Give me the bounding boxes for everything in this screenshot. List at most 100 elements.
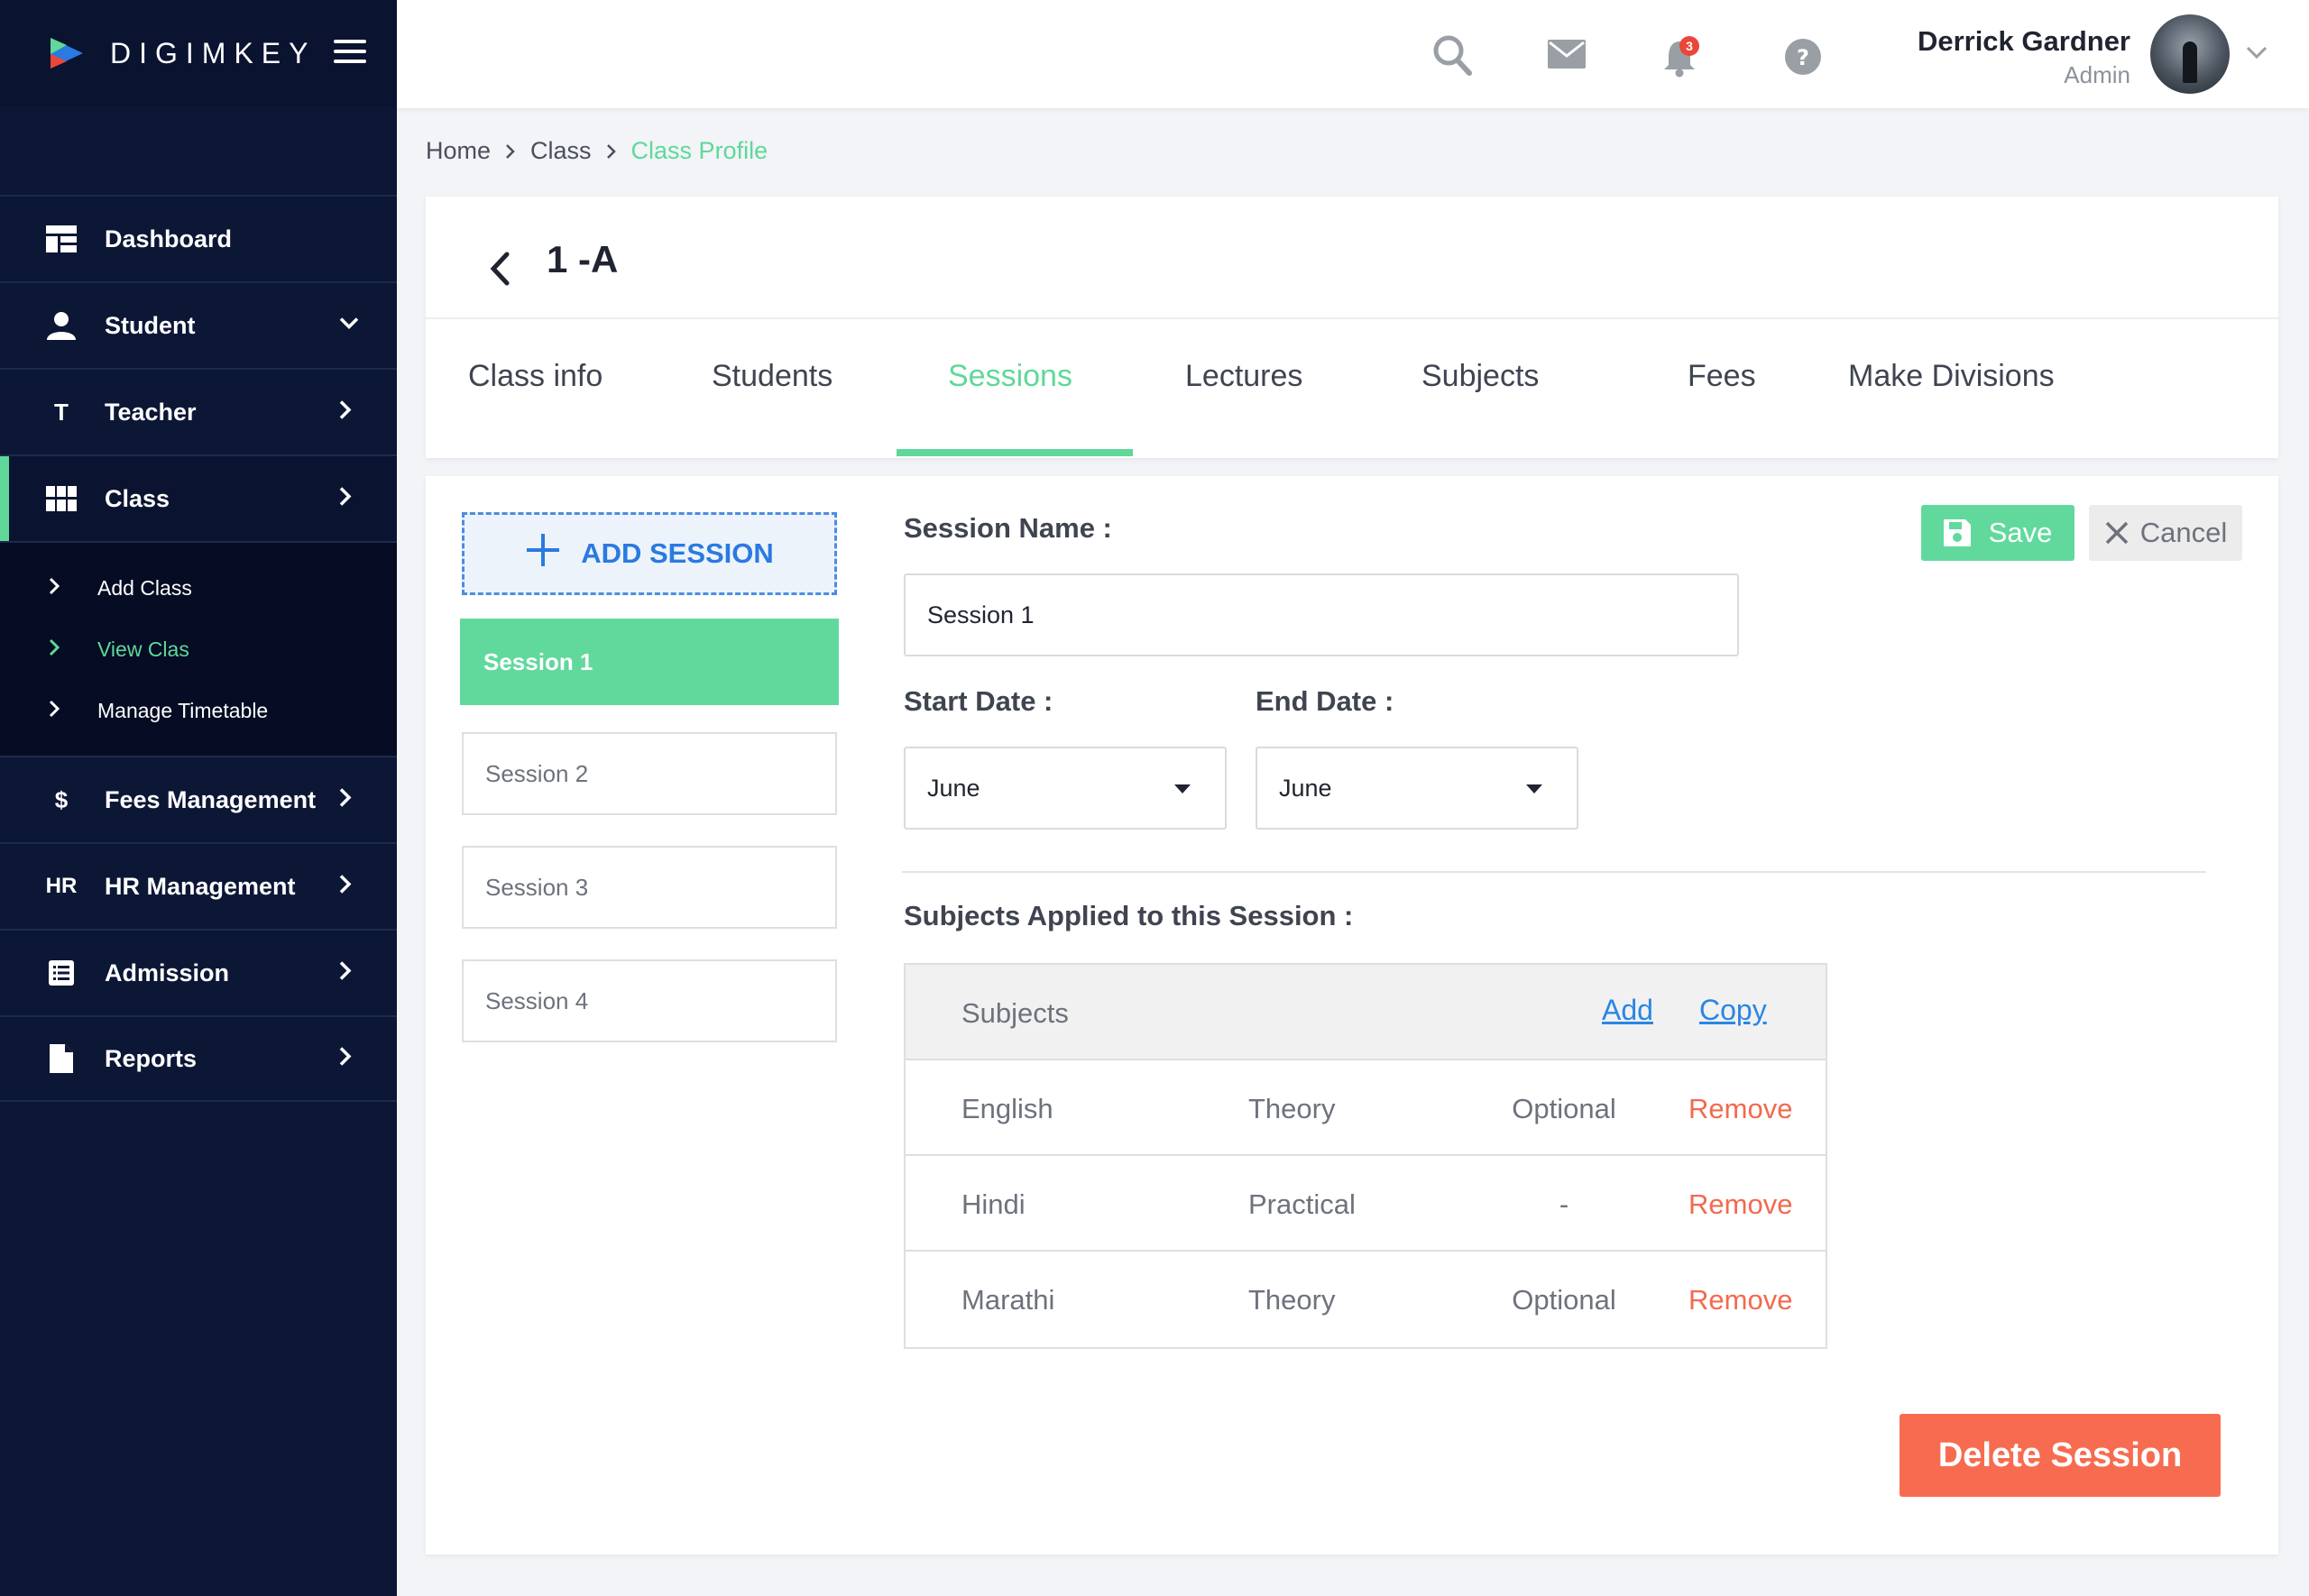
table-row: Hindi Practical - Remove (906, 1156, 1826, 1252)
end-date-select[interactable]: June (1256, 747, 1578, 830)
session-item-label: Session 1 (483, 647, 593, 675)
subject-type: Practical (1248, 1188, 1356, 1220)
sidebar-item-label: Class (105, 484, 170, 512)
start-date-select[interactable]: June (904, 747, 1227, 830)
sidebar: DIGIMKEY Dashboard Student T Teacher Cla… (0, 0, 397, 1596)
sidebar-item-label: HR Management (105, 872, 296, 900)
sidebar-item-hr-management[interactable]: HR HR Management (0, 842, 397, 929)
table-header: Subjects Add Copy (906, 965, 1826, 1060)
tab-sessions[interactable]: Sessions (948, 359, 1072, 394)
cancel-button[interactable]: Cancel (2089, 505, 2242, 561)
save-button[interactable]: Save (1921, 505, 2074, 561)
topbar: 3 ? Derrick Gardner Admin (397, 0, 2309, 108)
subject-type: Theory (1248, 1284, 1336, 1316)
help-icon[interactable]: ? (1784, 38, 1822, 80)
session-item-4[interactable]: Session 4 (462, 959, 837, 1042)
breadcrumb-current: Class Profile (630, 137, 768, 164)
tab-students[interactable]: Students (712, 359, 833, 394)
user-icon (45, 309, 78, 342)
svg-text:?: ? (1797, 45, 1809, 70)
file-icon (45, 1042, 78, 1075)
sidebar-item-fees-management[interactable]: $ Fees Management (0, 756, 397, 842)
chevron-down-icon[interactable] (2246, 45, 2268, 64)
avatar[interactable] (2150, 14, 2230, 94)
session-name-value: Session 1 (927, 601, 1035, 628)
grid-icon (45, 482, 78, 515)
remove-subject-link[interactable]: Remove (1688, 1284, 1792, 1316)
dashboard-icon (45, 223, 78, 255)
sidebar-item-label: Student (105, 311, 196, 339)
sidebar-item-label: Admission (105, 959, 230, 986)
subject-name: Hindi (961, 1188, 1026, 1220)
remove-subject-link[interactable]: Remove (1688, 1188, 1792, 1221)
sidebar-item-reports[interactable]: Reports (0, 1015, 397, 1102)
tab-class-info[interactable]: Class info (468, 359, 603, 394)
subject-status: Optional (1512, 1093, 1616, 1124)
chevron-right-icon (606, 142, 617, 161)
class-header-card: 1 -A Class info Students Sessions Lectur… (426, 197, 2278, 458)
breadcrumb-class[interactable]: Class (530, 137, 592, 165)
chevron-right-icon (49, 576, 60, 601)
end-date-label: End Date : (1256, 685, 1394, 717)
session-item-2[interactable]: Session 2 (462, 732, 837, 815)
logo-icon (47, 36, 87, 70)
back-arrow-icon[interactable] (482, 242, 518, 296)
tab-subjects[interactable]: Subjects (1421, 359, 1539, 394)
add-subject-link[interactable]: Add (1602, 994, 1653, 1027)
divider (902, 871, 2206, 873)
logo-text: DIGIMKEY (110, 36, 317, 69)
submenu-item-manage-timetable[interactable]: Manage Timetable (0, 680, 397, 741)
mail-icon[interactable] (1548, 40, 1586, 73)
divider (426, 317, 2278, 319)
user-role: Admin (2064, 61, 2130, 88)
session-item-1[interactable]: Session 1 (460, 619, 839, 705)
caret-down-icon (1174, 784, 1191, 793)
save-label: Save (1988, 517, 2053, 548)
sidebar-item-student[interactable]: Student (0, 281, 397, 368)
sidebar-item-admission[interactable]: Admission (0, 929, 397, 1015)
dollar-icon: $ (54, 785, 69, 813)
chevron-down-icon (339, 317, 359, 335)
search-icon[interactable] (1432, 34, 1472, 80)
submenu-item-view-class[interactable]: View Clas (0, 619, 397, 680)
chevron-right-icon (339, 400, 352, 425)
sidebar-item-label: Dashboard (105, 225, 233, 252)
sidebar-item-teacher[interactable]: T Teacher (0, 368, 397, 454)
chevron-right-icon (339, 1047, 352, 1071)
sidebar-item-label: Teacher (105, 398, 197, 426)
plus-icon (525, 532, 561, 575)
sidebar-menu: Dashboard Student T Teacher Class Add Cl… (0, 195, 397, 1102)
subjects-section-label: Subjects Applied to this Session : (904, 900, 1354, 931)
notification-badge: 3 (1679, 36, 1699, 56)
sidebar-item-dashboard[interactable]: Dashboard (0, 195, 397, 281)
delete-session-label: Delete Session (1937, 1435, 2183, 1474)
chevron-right-icon (339, 788, 352, 812)
sidebar-item-label: Fees Management (105, 785, 317, 813)
start-date-value: June (927, 774, 980, 802)
session-name-input[interactable]: Session 1 (904, 573, 1739, 656)
breadcrumb-home[interactable]: Home (426, 137, 491, 165)
end-date-value: June (1279, 774, 1332, 802)
tab-lectures[interactable]: Lectures (1185, 359, 1302, 394)
chevron-right-icon (505, 142, 516, 161)
subject-type: Theory (1248, 1093, 1336, 1124)
page-title: 1 -A (547, 238, 619, 280)
hamburger-menu-icon[interactable] (334, 40, 366, 63)
session-name-label: Session Name : (904, 512, 1112, 544)
copy-subjects-link[interactable]: Copy (1699, 994, 1767, 1027)
session-item-3[interactable]: Session 3 (462, 846, 837, 929)
submenu-item-add-class[interactable]: Add Class (0, 557, 397, 619)
tab-fees[interactable]: Fees (1688, 359, 1756, 394)
sidebar-item-class[interactable]: Class (0, 454, 397, 541)
session-item-label: Session 2 (485, 759, 589, 787)
session-item-label: Session 4 (485, 986, 589, 1014)
chevron-right-icon (339, 487, 352, 511)
add-session-button[interactable]: ADD SESSION (462, 512, 837, 595)
tab-make-divisions[interactable]: Make Divisions (1848, 359, 2055, 394)
session-editor-card: ADD SESSION Session 1 Session 2 Session … (426, 476, 2278, 1555)
cancel-label: Cancel (2139, 517, 2228, 548)
sidebar-item-label: Reports (105, 1044, 198, 1072)
remove-subject-link[interactable]: Remove (1688, 1093, 1792, 1125)
class-submenu: Add Class View Clas Manage Timetable (0, 541, 397, 756)
delete-session-button[interactable]: Delete Session (1900, 1414, 2221, 1497)
